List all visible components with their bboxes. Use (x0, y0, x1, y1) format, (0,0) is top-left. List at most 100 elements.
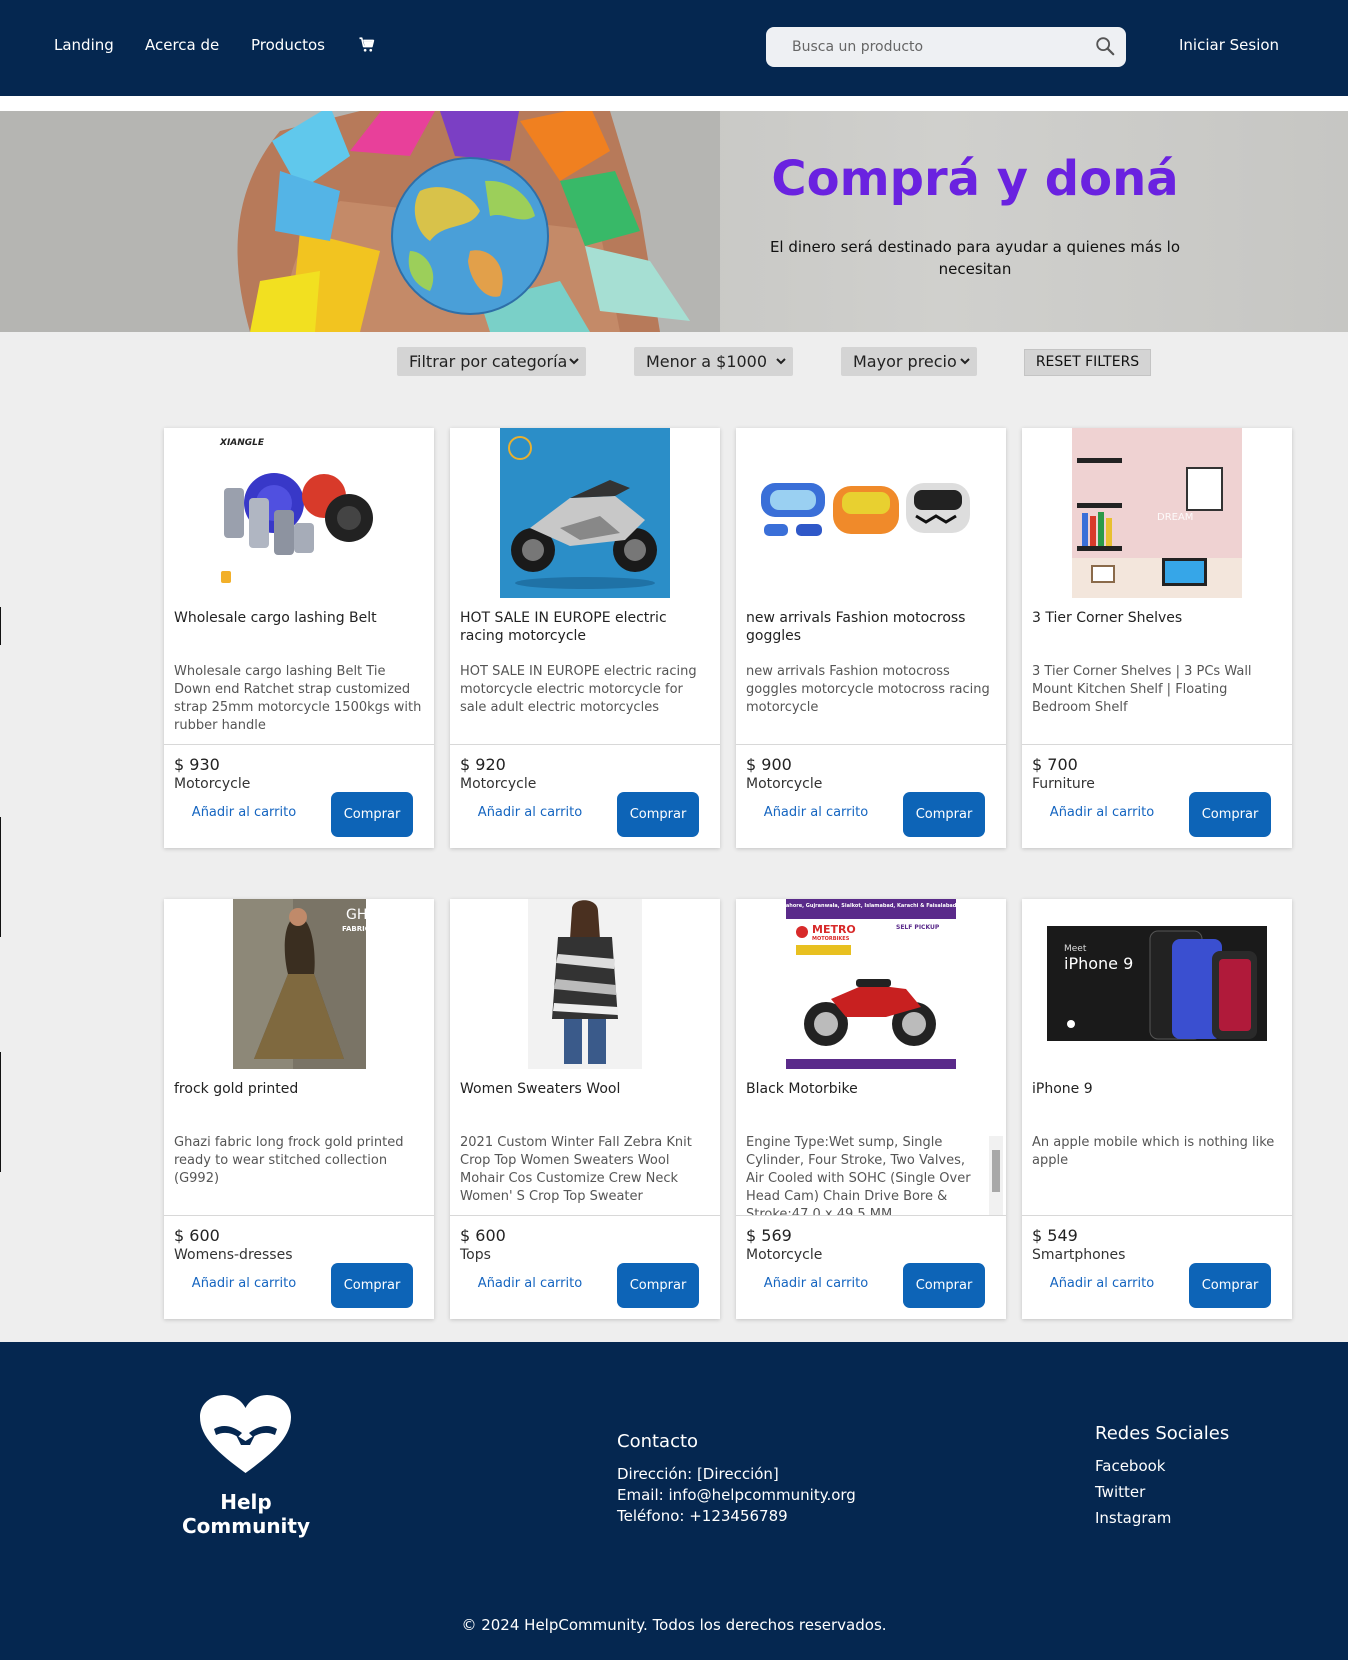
reset-filters-button[interactable]: RESET FILTERS (1024, 349, 1151, 376)
login-link[interactable]: Iniciar Sesion (1179, 36, 1279, 54)
social-link-twitter[interactable]: Twitter (1095, 1483, 1145, 1501)
category-filter-value: Filtrar por categoría (409, 352, 568, 371)
sort-select[interactable]: Mayor precio (841, 347, 977, 376)
buy-button[interactable]: Comprar (331, 1263, 413, 1308)
chevron-down-icon (569, 358, 579, 365)
image-pickup-text: SELF PICKUP (896, 924, 940, 931)
product-price: $ 930 (174, 755, 220, 774)
product-description: 2021 Custom Winter Fall Zebra Knit Crop … (460, 1135, 692, 1204)
buy-button[interactable]: Comprar (903, 1263, 985, 1308)
product-description: HOT SALE IN EUROPE electric racing motor… (460, 664, 697, 715)
card-divider (164, 744, 434, 745)
product-price: $ 900 (746, 755, 792, 774)
image-brand-text: XIANGLE (219, 438, 265, 448)
buy-button[interactable]: Comprar (1189, 792, 1271, 837)
buy-button[interactable]: Comprar (903, 792, 985, 837)
product-category: Motorcycle (174, 776, 251, 792)
chevron-down-icon (776, 358, 786, 365)
sort-value: Mayor precio (853, 352, 957, 371)
image-meet-text: Meet (1064, 944, 1087, 954)
product-price: $ 600 (174, 1226, 220, 1245)
add-to-cart-button[interactable]: Añadir al carrito (756, 798, 876, 828)
card-divider (450, 1215, 720, 1216)
add-to-cart-button[interactable]: Añadir al carrito (756, 1269, 876, 1299)
nav-link-landing[interactable]: Landing (54, 36, 114, 54)
product-card: Women Sweaters Wool 2021 Custom Winter F… (450, 899, 720, 1319)
product-category: Motorcycle (460, 776, 537, 792)
product-description: Engine Type:Wet sump, Single Cylinder, F… (746, 1135, 971, 1216)
product-card: For Lahore, Gujranwala, Sialkot, Islamab… (736, 899, 1006, 1319)
product-card: DREAM 3 Tier Corner Shelves 3 Tier Corne… (1022, 428, 1292, 848)
shopping-cart-icon[interactable] (358, 36, 376, 54)
image-banner-text: For Lahore, Gujranwala, Sialkot, Islamab… (772, 903, 971, 909)
add-to-cart-button[interactable]: Añadir al carrito (184, 1269, 304, 1299)
heart-hands-icon (200, 1395, 291, 1473)
product-title: Women Sweaters Wool (460, 1081, 621, 1097)
edge-divider (0, 607, 1, 645)
product-category: Motorcycle (746, 776, 823, 792)
product-description: new arrivals Fashion motocross goggles m… (746, 664, 990, 715)
contact-phone: Teléfono: +123456789 (617, 1507, 788, 1525)
card-divider (736, 1215, 1006, 1216)
product-image: For Lahore, Gujranwala, Sialkot, Islamab… (736, 899, 1006, 1069)
buy-button[interactable]: Comprar (331, 792, 413, 837)
card-divider (1022, 744, 1292, 745)
image-brand-sub-text: FABRIC (342, 925, 370, 933)
product-title: Black Motorbike (746, 1081, 858, 1097)
description-scrollbar[interactable] (989, 1136, 1003, 1216)
search-box (766, 27, 1126, 67)
contact-heading: Contacto (617, 1431, 699, 1452)
product-description: Ghazi fabric long frock gold printed rea… (174, 1135, 404, 1186)
product-description: An apple mobile which is nothing like ap… (1032, 1135, 1275, 1168)
hero-subtitle: El dinero será destinado para ayudar a q… (769, 238, 1181, 278)
category-filter-select[interactable]: Filtrar por categoría (397, 347, 586, 376)
product-image: DREAM (1022, 428, 1292, 598)
scrollbar-thumb[interactable] (992, 1150, 1000, 1192)
social-link-facebook[interactable]: Facebook (1095, 1457, 1165, 1475)
buy-button[interactable]: Comprar (1189, 1263, 1271, 1308)
product-image (450, 428, 720, 598)
edge-divider (0, 817, 1, 937)
product-title: 3 Tier Corner Shelves (1032, 610, 1183, 626)
nav-spacer (0, 96, 1348, 111)
image-brand-text: METRO (812, 923, 856, 936)
add-to-cart-button[interactable]: Añadir al carrito (1042, 798, 1162, 828)
product-image: XIANGLE (164, 428, 434, 598)
card-divider (450, 744, 720, 745)
copyright-text: © 2024 HelpCommunity. Todos los derechos… (461, 1616, 887, 1634)
price-filter-select[interactable]: Menor a $1000 (634, 347, 793, 376)
product-category: Furniture (1032, 776, 1095, 792)
add-to-cart-button[interactable]: Añadir al carrito (470, 1269, 590, 1299)
card-divider (1022, 1215, 1292, 1216)
add-to-cart-button[interactable]: Añadir al carrito (184, 798, 304, 828)
chevron-down-icon (960, 358, 970, 365)
image-watermark-text: DREAM (1157, 512, 1193, 523)
product-title: iPhone 9 (1032, 1081, 1093, 1097)
product-category: Motorcycle (746, 1247, 823, 1263)
product-title: new arrivals Fashion motocross goggles (746, 610, 966, 644)
social-link-instagram[interactable]: Instagram (1095, 1509, 1171, 1527)
buy-button[interactable]: Comprar (617, 1263, 699, 1308)
product-image (450, 899, 720, 1069)
social-heading: Redes Sociales (1095, 1423, 1230, 1444)
product-card: HOT SALE IN EUROPE electric racing motor… (450, 428, 720, 848)
magnifier-icon[interactable] (1094, 35, 1116, 57)
nav-link-products[interactable]: Productos (251, 36, 325, 54)
card-divider (736, 744, 1006, 745)
image-product-text: iPhone 9 (1064, 954, 1133, 973)
product-price: $ 549 (1032, 1226, 1078, 1245)
add-to-cart-button[interactable]: Añadir al carrito (1042, 1269, 1162, 1299)
product-image: Meet iPhone 9 (1022, 899, 1292, 1069)
product-card: new arrivals Fashion motocross goggles n… (736, 428, 1006, 848)
product-title: HOT SALE IN EUROPE electric racing motor… (460, 610, 667, 644)
hero-title: Comprá y doná (771, 151, 1179, 207)
nav-link-about[interactable]: Acerca de (145, 36, 219, 54)
add-to-cart-button[interactable]: Añadir al carrito (470, 798, 590, 828)
contact-address: Dirección: [Dirección] (617, 1465, 779, 1483)
search-input[interactable] (792, 27, 1082, 67)
product-price: $ 600 (460, 1226, 506, 1245)
buy-button[interactable]: Comprar (617, 792, 699, 837)
image-brand-sub-text: MOTORBIKES (812, 936, 850, 942)
product-card: XIANGLE Wholesale cargo lashing Belt Who… (164, 428, 434, 848)
contact-email[interactable]: Email: info@helpcommunity.org (617, 1486, 856, 1504)
